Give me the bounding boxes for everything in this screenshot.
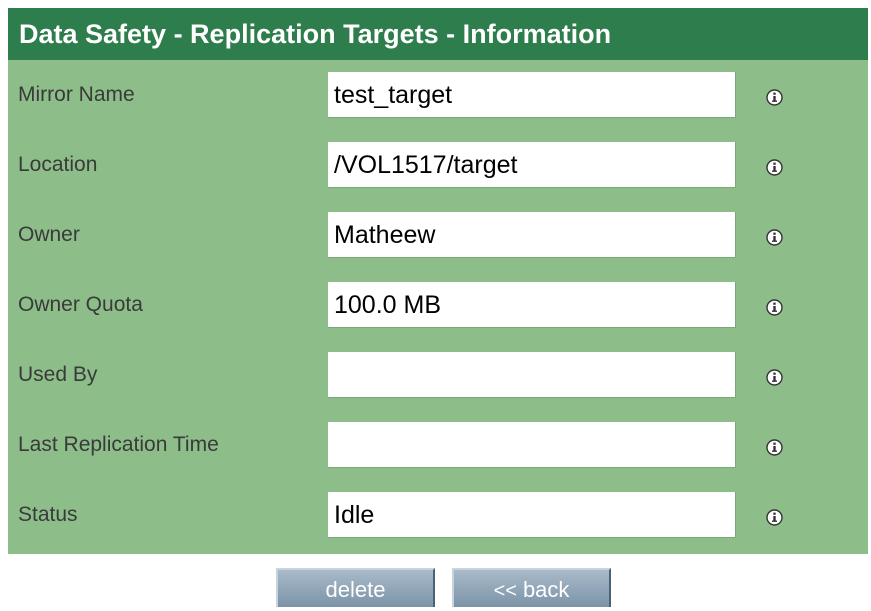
field-label-status: Status: [18, 503, 78, 526]
field-label-owner: Owner: [18, 223, 80, 246]
field-value-owner-quota: 100.0 MB: [328, 282, 736, 328]
field-label-location: Location: [18, 153, 98, 176]
delete-button-label: delete: [325, 577, 386, 602]
field-label-mirror-name: Mirror Name: [18, 83, 135, 106]
field-value-status: Idle: [328, 492, 736, 538]
info-icon[interactable]: [766, 229, 783, 246]
page-title: Data Safety - Replication Targets - Info…: [8, 8, 868, 60]
field-row-status: Status Idle: [8, 492, 868, 562]
back-arrow-icon: <<: [493, 580, 517, 602]
field-value-mirror-name: test_target: [328, 72, 736, 118]
action-buttons: delete << back: [0, 568, 871, 607]
delete-button[interactable]: delete: [276, 568, 435, 607]
back-button-label: back: [522, 577, 570, 602]
field-row-owner-quota: Owner Quota 100.0 MB: [8, 282, 868, 352]
field-value-last-replication-time: [328, 422, 736, 468]
info-icon[interactable]: [766, 439, 783, 456]
info-icon[interactable]: [766, 369, 783, 386]
info-panel: Data Safety - Replication Targets - Info…: [8, 8, 868, 554]
field-row-used-by: Used By: [8, 352, 868, 422]
field-label-last-replication-time: Last Replication Time: [18, 433, 219, 456]
field-row-last-replication-time: Last Replication Time: [8, 422, 868, 492]
field-row-mirror-name: Mirror Name test_target: [8, 72, 868, 142]
info-icon[interactable]: [766, 509, 783, 526]
field-value-location: /VOL1517/target: [328, 142, 736, 188]
info-icon[interactable]: [766, 159, 783, 176]
field-value-used-by: [328, 352, 736, 398]
field-value-owner: Matheew: [328, 212, 736, 258]
back-button[interactable]: << back: [452, 568, 611, 607]
field-row-owner: Owner Matheew: [8, 212, 868, 282]
info-icon[interactable]: [766, 299, 783, 316]
field-label-used-by: Used By: [18, 363, 98, 386]
info-icon[interactable]: [766, 89, 783, 106]
field-row-location: Location /VOL1517/target: [8, 142, 868, 212]
field-label-owner-quota: Owner Quota: [18, 293, 143, 316]
